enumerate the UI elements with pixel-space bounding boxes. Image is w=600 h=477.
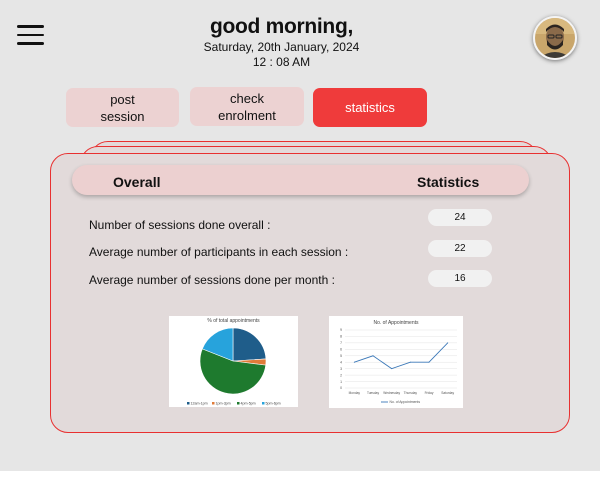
line-xtick-0: Monday — [349, 391, 361, 395]
check-enrolment-label-line1: check — [230, 90, 264, 106]
statistics-label: statistics — [345, 100, 395, 115]
line-ytick-2: 2 — [340, 373, 342, 377]
pie-legend-label-2: 4pm-5pm — [241, 402, 256, 406]
line-ytick-3: 3 — [340, 367, 342, 371]
line-xtick-2: Wednesday — [383, 391, 400, 395]
pie-slice-0 — [232, 327, 267, 362]
line-xtick-1: Tuesday — [367, 391, 380, 395]
stat-value-per-month: 16 — [428, 270, 492, 287]
line-ytick-9: 9 — [340, 328, 342, 332]
current-time: 12 : 08 AM — [252, 55, 311, 69]
pie-chart-panel: % of total appointments 12am-1pm 1pm-3pm 4… — [169, 316, 298, 407]
app-screen: good morning, Saturday, 20th January, 20… — [0, 0, 600, 471]
pie-legend-label-1: 1pm-3pm — [216, 402, 231, 406]
current-date: Saturday, 20th January, 2024 — [203, 40, 360, 54]
stat-label-participants: Average number of participants in each s… — [89, 245, 349, 259]
pie-legend-swatch-3 — [262, 402, 265, 405]
pie-legend-label-0: 12am-1pm — [191, 402, 208, 406]
line-point-1 — [372, 355, 374, 357]
line-ytick-4: 4 — [340, 360, 342, 364]
user-avatar-icon — [535, 18, 575, 58]
line-ytick-5: 5 — [340, 354, 342, 358]
statistics-button[interactable]: statistics — [313, 88, 427, 127]
pie-chart-title: % of total appointments — [207, 318, 260, 324]
avatar[interactable] — [533, 16, 577, 60]
line-xtick-5: Saturday — [441, 391, 454, 395]
line-xtick-4: Friday — [425, 391, 434, 395]
greeting-title: good morning, — [209, 15, 354, 38]
statistics-heading: Statistics — [417, 174, 480, 190]
line-ytick-7: 7 — [340, 341, 342, 345]
post-session-button[interactable]: post session — [66, 88, 179, 127]
stat-value-sessions: 24 — [428, 209, 492, 226]
line-xtick-3: Thursday — [404, 391, 418, 395]
pie-legend-swatch-1 — [212, 402, 215, 405]
post-session-label-line2: session — [100, 108, 145, 124]
overall-heading: Overall — [113, 174, 161, 190]
pie-legend-swatch-0 — [187, 402, 190, 405]
line-ytick-8: 8 — [340, 335, 342, 339]
line-point-3 — [409, 361, 411, 363]
line-chart-panel: No. of Appointments 0 1 2 3 4 5 6 7 8 9 Monday Tues… — [329, 316, 463, 408]
check-enrolment-button[interactable]: check enrolment — [190, 87, 304, 126]
stat-value-participants: 22 — [428, 240, 492, 257]
check-enrolment-label-line2: enrolment — [218, 107, 276, 123]
pie-chart: % of total appointments 12am-1pm 1pm-3pm 4… — [187, 318, 281, 406]
line-chart: No. of Appointments 0 1 2 3 4 5 6 7 8 9 Monday Tues… — [340, 320, 457, 404]
line-point-2 — [391, 368, 393, 370]
hamburger-menu-icon[interactable] — [17, 25, 44, 45]
line-legend-label: No. of Appointments — [390, 400, 421, 404]
stat-label-per-month: Average number of sessions done per mont… — [89, 273, 335, 287]
line-chart-title: No. of Appointments — [373, 320, 419, 326]
line-point-0 — [353, 361, 355, 363]
line-point-4 — [428, 361, 430, 363]
statistics-card — [50, 153, 570, 433]
line-point-5 — [447, 342, 449, 344]
line-ytick-6: 6 — [340, 348, 342, 352]
stat-label-sessions: Number of sessions done overall : — [89, 218, 271, 232]
line-ytick-0: 0 — [340, 386, 342, 390]
pie-legend-swatch-2 — [237, 402, 240, 405]
post-session-label-line1: post — [110, 91, 135, 107]
line-ytick-1: 1 — [340, 380, 342, 384]
pie-legend-label-3: 5pm-6pm — [266, 402, 281, 406]
